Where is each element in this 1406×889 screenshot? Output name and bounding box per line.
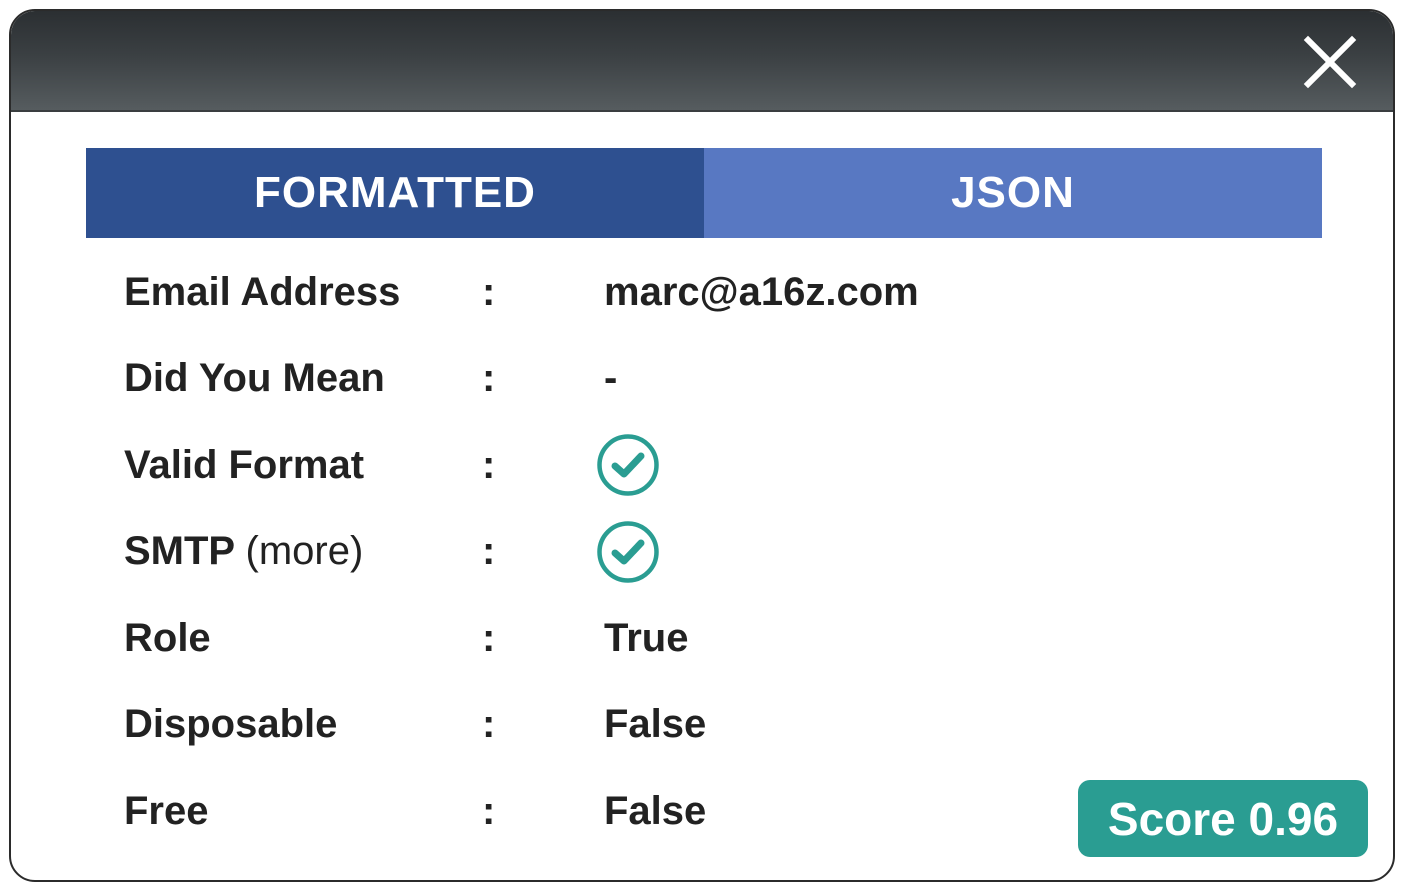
row-colon: :: [482, 442, 496, 487]
row-disposable: Disposable : False: [124, 682, 1124, 769]
row-label: Valid Format: [124, 442, 365, 487]
row-value: marc@a16z.com: [604, 269, 919, 314]
row-label: Did You Mean: [124, 356, 385, 401]
row-valid-format: Valid Format :: [124, 422, 1124, 509]
row-value: False: [604, 788, 707, 833]
row-colon: :: [482, 269, 496, 314]
row-colon: :: [482, 356, 496, 401]
row-email-address: Email Address : marc@a16z.com: [124, 249, 1124, 336]
close-button[interactable]: [1303, 35, 1357, 89]
email-validation-dialog: FORMATTED JSON Email Address : marc@a16z…: [9, 9, 1395, 882]
row-label-text: SMTP: [124, 529, 235, 574]
row-label: Free: [124, 788, 209, 833]
row-colon: :: [482, 529, 496, 574]
tab-formatted[interactable]: FORMATTED: [86, 148, 704, 238]
smtp-more-link[interactable]: (more): [246, 529, 364, 573]
row-did-you-mean: Did You Mean : -: [124, 336, 1124, 423]
row-role: Role : True: [124, 595, 1124, 682]
result-list: Email Address : marc@a16z.com Did You Me…: [124, 249, 1124, 855]
row-colon: :: [482, 788, 496, 833]
row-label: Disposable: [124, 702, 338, 747]
close-icon: [1303, 35, 1357, 89]
row-colon: :: [482, 615, 496, 660]
row-value: -: [604, 356, 618, 401]
row-label: SMTP (more): [124, 529, 474, 574]
dialog-titlebar: [11, 11, 1393, 112]
row-label: Role: [124, 615, 211, 660]
row-colon: :: [482, 702, 496, 747]
row-free: Free : False: [124, 768, 1124, 855]
view-tabs: FORMATTED JSON: [86, 148, 1322, 238]
check-circle-icon: [597, 521, 659, 583]
row-value: False: [604, 702, 707, 747]
row-value: True: [604, 615, 689, 660]
row-smtp: SMTP (more) :: [124, 509, 1124, 596]
tab-json[interactable]: JSON: [704, 148, 1322, 238]
score-badge: Score 0.96: [1078, 780, 1368, 857]
row-label: Email Address: [124, 269, 401, 314]
check-circle-icon: [597, 434, 659, 496]
